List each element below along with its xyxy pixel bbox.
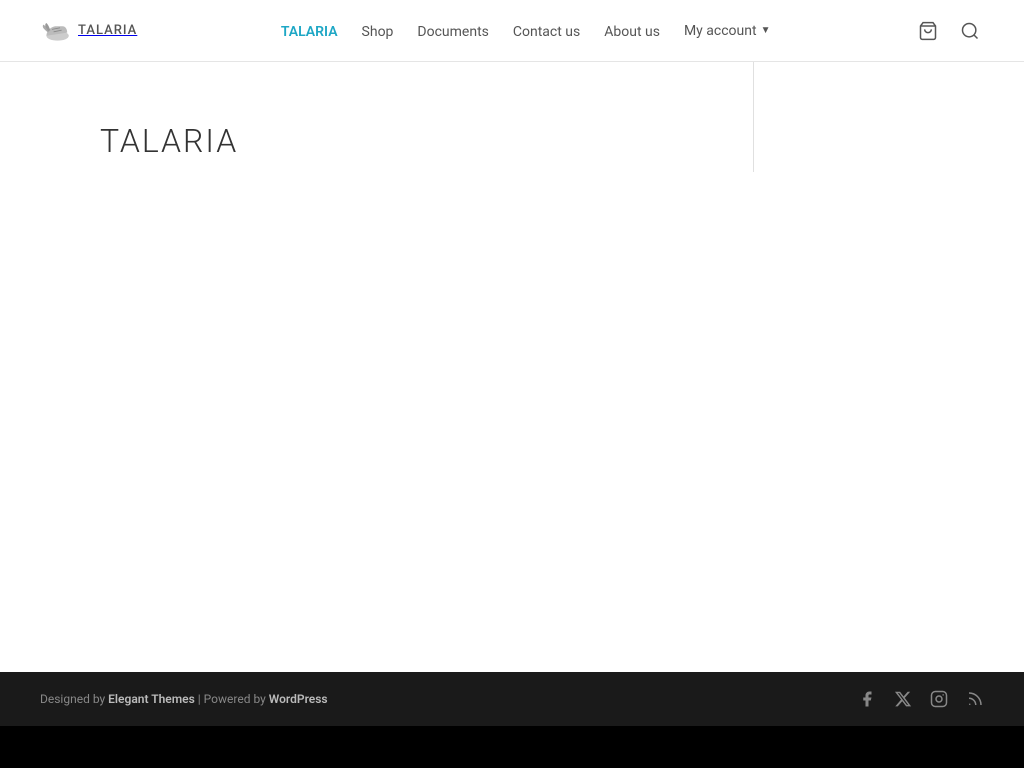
logo-area: TALARIA [40,15,137,47]
rss-icon [966,690,984,708]
footer-credits: Designed by Elegant Themes | Powered by … [40,692,328,706]
search-button[interactable] [956,17,984,45]
nav-link-shop[interactable]: Shop [362,24,394,40]
wordpress-link[interactable]: WordPress [269,692,328,706]
logo-text: TALARIA [78,23,137,38]
main-nav: TALARIA Shop Documents Contact us About … [281,21,771,40]
site-header: TALARIA TALARIA Shop Documents Contact u… [0,0,1024,62]
rss-link[interactable] [966,690,984,708]
logo: TALARIA [40,15,137,47]
nav-link-talaria[interactable]: TALARIA [281,24,338,40]
instagram-icon [930,690,948,708]
nav-item-talaria: TALARIA [281,21,338,40]
cart-button[interactable] [914,17,942,45]
credits-prefix: Designed by [40,692,108,706]
facebook-link[interactable] [858,690,876,708]
page-title: TALARIA [100,122,710,160]
footer-social [858,690,984,708]
nav-item-about: About us [604,21,660,40]
account-nav-label: My account ▼ [684,23,771,39]
header-icons [914,17,984,45]
facebook-icon [858,690,876,708]
main-content: TALARIA [0,62,750,672]
content-divider [753,62,754,172]
site-footer: Designed by Elegant Themes | Powered by … [0,672,1024,726]
nav-link-account[interactable]: My account ▼ [684,23,771,39]
nav-link-about[interactable]: About us [604,24,660,40]
nav-item-contact: Contact us [513,21,580,40]
logo-link[interactable]: TALARIA [40,15,137,47]
credits-middle: | Powered by [198,692,269,706]
bottom-bar [0,726,1024,768]
nav-item-documents: Documents [417,21,488,40]
nav-item-account: My account ▼ [684,23,771,39]
logo-icon [40,15,72,47]
account-arrow-icon: ▼ [761,25,771,36]
nav-link-contact[interactable]: Contact us [513,24,580,40]
elegant-themes-link[interactable]: Elegant Themes [108,692,195,706]
instagram-link[interactable] [930,690,948,708]
cart-icon [918,21,938,41]
twitter-x-link[interactable] [894,690,912,708]
nav-link-documents[interactable]: Documents [417,24,488,40]
nav-item-shop: Shop [362,21,394,40]
search-icon [960,21,980,41]
twitter-x-icon [894,690,912,708]
